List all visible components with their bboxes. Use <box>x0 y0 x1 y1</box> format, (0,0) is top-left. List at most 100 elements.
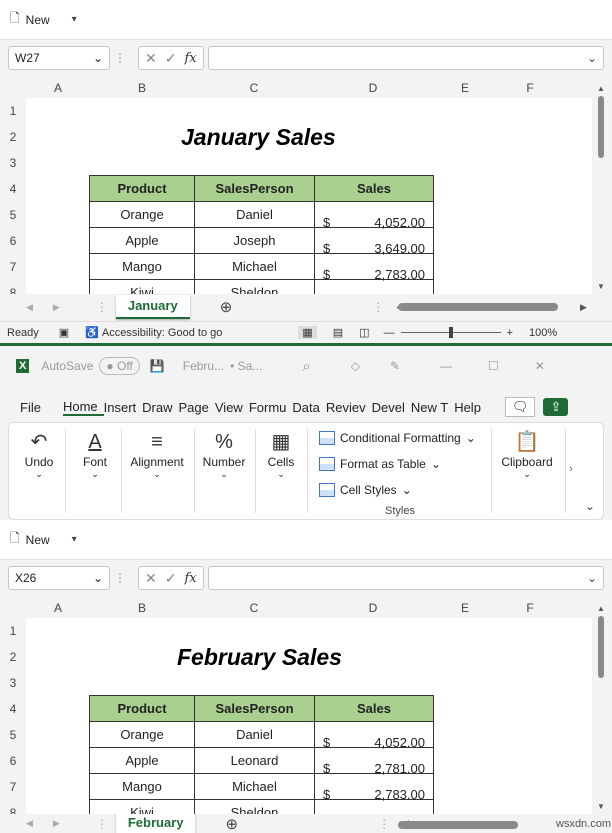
normal-view-icon[interactable]: ▦ <box>298 326 317 339</box>
more-sheets-icon[interactable]: ⋮ <box>96 300 108 314</box>
cell[interactable]: $4,052.00 <box>314 201 434 230</box>
row-header[interactable]: 4 <box>0 696 26 722</box>
row-header[interactable]: 8 <box>0 800 26 814</box>
scroll-ribbon-right-icon[interactable]: › <box>569 463 573 475</box>
tab-insert[interactable]: Insert <box>104 400 143 415</box>
header-cell[interactable]: Product <box>89 175 195 202</box>
share-icon[interactable]: ⇪ <box>543 398 569 416</box>
cell[interactable]: $2,783.00 <box>314 253 434 282</box>
expand-chevron-icon[interactable]: ⌄ <box>587 571 597 585</box>
cell[interactable]: Sheldon <box>194 279 315 294</box>
worksheet-grid[interactable]: January Sales Product SalesPerson Sales Or… <box>26 98 592 294</box>
cell[interactable]: Sheldon <box>194 799 315 814</box>
row-header[interactable]: 1 <box>0 618 26 644</box>
header-cell[interactable]: SalesPerson <box>194 175 315 202</box>
cell[interactable]: Kiwi <box>89 279 195 294</box>
collapse-ribbon-icon[interactable]: ⌄ <box>585 499 595 513</box>
macro-icon[interactable]: ▣ <box>59 326 69 339</box>
designer-pen-icon[interactable]: ✎ <box>390 359 400 373</box>
enter-icon[interactable]: ✓ <box>165 570 177 587</box>
tab-help[interactable]: Help <box>454 400 487 415</box>
col-header[interactable]: B <box>90 598 194 618</box>
zoom-level[interactable]: 100% <box>529 327 557 339</box>
cell[interactable]: $2,783.00 <box>314 773 434 802</box>
accessibility-icon[interactable]: ♿ <box>85 326 99 339</box>
row-header[interactable]: 8 <box>0 280 26 294</box>
cell[interactable]: Apple <box>89 747 195 774</box>
cell[interactable]: Joseph <box>194 227 315 254</box>
col-header[interactable]: E <box>432 78 498 98</box>
maximize-icon[interactable]: ☐ <box>488 359 499 373</box>
enter-icon[interactable]: ✓ <box>165 50 177 67</box>
zoom-slider[interactable] <box>400 327 501 338</box>
row-header[interactable]: 6 <box>0 748 26 774</box>
prev-sheet-icon[interactable]: ◀ <box>26 818 33 829</box>
col-header[interactable]: D <box>314 598 432 618</box>
search-icon[interactable]: ⌕ <box>302 358 310 375</box>
tab-review[interactable]: Reviev <box>326 400 372 415</box>
new-button[interactable]: 🗋 New <box>10 529 50 550</box>
autosave-toggle[interactable]: ● Off <box>99 357 140 375</box>
cell[interactable]: $4,052.00 <box>314 721 434 750</box>
col-header[interactable]: A <box>26 598 90 618</box>
clipboard-button[interactable]: 📋 Clipboard ⌄ <box>499 429 555 480</box>
tab-draw[interactable]: Draw <box>142 400 178 415</box>
format-as-table-button[interactable]: Format as Table ⌄ <box>319 457 441 471</box>
row-header[interactable]: 7 <box>0 254 26 280</box>
alignment-button[interactable]: ≡ Alignment ⌄ <box>127 429 187 480</box>
col-header[interactable]: C <box>194 78 314 98</box>
header-cell[interactable]: Sales <box>314 695 434 722</box>
tab-formulas[interactable]: Formu <box>249 400 293 415</box>
cell[interactable]: Kiwi <box>89 799 195 814</box>
cell-styles-button[interactable]: Cell Styles ⌄ <box>319 483 412 497</box>
horizontal-scroll-thumb[interactable] <box>398 821 518 829</box>
font-button[interactable]: A Font ⌄ <box>75 429 115 480</box>
scroll-down-icon[interactable]: ▼ <box>597 802 605 811</box>
save-icon[interactable]: 💾 <box>150 359 165 373</box>
insert-function-button[interactable]: fx <box>184 571 196 586</box>
number-button[interactable]: % Number ⌄ <box>199 429 249 480</box>
name-box[interactable]: X26 ⌄ <box>8 566 110 590</box>
cell[interactable]: Michael <box>194 253 315 280</box>
next-sheet-icon[interactable]: ▶ <box>53 302 60 313</box>
scroll-thumb[interactable] <box>598 616 604 678</box>
row-header[interactable]: 1 <box>0 98 26 124</box>
scroll-down-icon[interactable]: ▼ <box>597 282 605 291</box>
row-header[interactable]: 5 <box>0 722 26 748</box>
cells-button[interactable]: ▦ Cells ⌄ <box>265 429 297 480</box>
more-sheets-icon[interactable]: ⋮ <box>96 817 108 831</box>
new-button[interactable]: 🗋 New <box>10 9 50 30</box>
col-header[interactable]: D <box>314 78 432 98</box>
tab-page[interactable]: Page <box>179 400 215 415</box>
worksheet-grid-2[interactable]: February Sales Product SalesPerson Sales O… <box>26 618 592 814</box>
cell[interactable]: Daniel <box>194 721 315 748</box>
row-header[interactable]: 7 <box>0 774 26 800</box>
row-header[interactable]: 3 <box>0 150 26 176</box>
close-icon[interactable]: ✕ <box>535 359 545 373</box>
minimize-icon[interactable]: — <box>440 359 452 373</box>
col-header[interactable]: F <box>498 78 562 98</box>
col-header[interactable]: B <box>90 78 194 98</box>
col-header[interactable]: E <box>432 598 498 618</box>
scroll-up-icon[interactable]: ▲ <box>597 604 605 613</box>
prev-sheet-icon[interactable]: ◀ <box>26 302 33 313</box>
col-header[interactable]: A <box>26 78 90 98</box>
formula-input[interactable]: ⌄ <box>207 46 604 70</box>
horizontal-scroll-thumb[interactable] <box>398 303 558 311</box>
scroll-up-icon[interactable]: ▲ <box>597 84 605 93</box>
name-box[interactable]: W27 ⌄ <box>8 46 110 70</box>
sheet-tab-january[interactable]: January <box>115 295 190 319</box>
tab-view[interactable]: View <box>215 400 249 415</box>
col-header[interactable]: F <box>498 598 562 618</box>
cell[interactable]: Orange <box>89 201 195 228</box>
add-sheet-icon[interactable]: ⊕ <box>225 815 238 833</box>
cell[interactable]: $2,781.00 <box>314 747 434 776</box>
cell[interactable]: Mango <box>89 773 195 800</box>
header-cell[interactable]: SalesPerson <box>194 695 315 722</box>
cell[interactable]: Orange <box>89 721 195 748</box>
file-name[interactable]: Febru... <box>183 359 224 373</box>
cell[interactable]: $3,649.00 <box>314 227 434 256</box>
cell[interactable]: Mango <box>89 253 195 280</box>
tab-new[interactable]: New T <box>411 400 454 415</box>
cancel-icon[interactable]: ✕ <box>145 570 157 587</box>
